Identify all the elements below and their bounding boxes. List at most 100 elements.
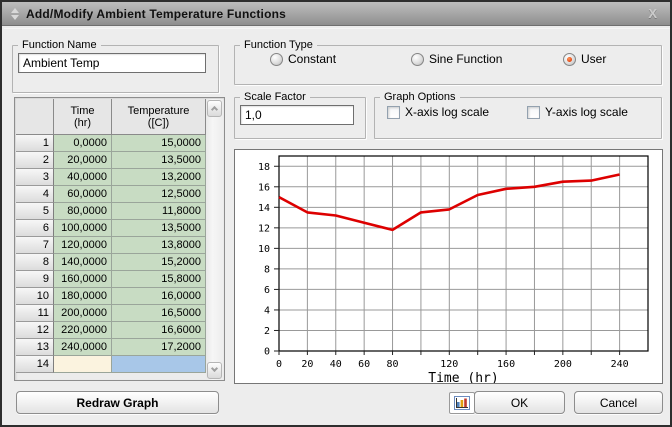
- temperature-cell[interactable]: 15,8000: [112, 271, 206, 288]
- graph-icon-button[interactable]: [449, 392, 475, 414]
- table-header-row: Time (hr) Temperature ([C]): [16, 99, 206, 135]
- row-number-cell[interactable]: 12: [16, 322, 54, 339]
- scale-factor-input[interactable]: [240, 105, 354, 125]
- time-cell[interactable]: 140,0000: [54, 254, 112, 271]
- window-icon: [10, 7, 19, 20]
- row-number-cell[interactable]: 2: [16, 152, 54, 169]
- x-axis-log-checkbox[interactable]: [387, 105, 400, 119]
- time-cell[interactable]: 20,0000: [54, 152, 112, 169]
- table-row: 11 200,0000 16,5000: [16, 305, 206, 322]
- temperature-cell[interactable]: 11,8000: [112, 203, 206, 220]
- radio-constant-label: Constant: [288, 52, 337, 66]
- temperature-cell[interactable]: 15,0000: [112, 135, 206, 152]
- y-axis-log-checkbox-item[interactable]: Y-axis log scale: [527, 105, 628, 119]
- y-axis-log-label: Y-axis log scale: [545, 105, 628, 119]
- temperature-cell[interactable]: 13,5000: [112, 152, 206, 169]
- time-cell[interactable]: [54, 356, 112, 373]
- time-cell[interactable]: 120,0000: [54, 237, 112, 254]
- svg-text:160: 160: [497, 359, 515, 370]
- redraw-graph-button[interactable]: Redraw Graph: [16, 391, 219, 414]
- row-number-cell[interactable]: 8: [16, 254, 54, 271]
- table-row: 8 140,0000 15,2000: [16, 254, 206, 271]
- scroll-down-icon[interactable]: [207, 362, 222, 379]
- header-corner-cell: [16, 99, 54, 135]
- table-row: 14: [16, 356, 206, 373]
- time-cell[interactable]: 220,0000: [54, 322, 112, 339]
- time-cell[interactable]: 80,0000: [54, 203, 112, 220]
- radio-user-icon[interactable]: [563, 52, 576, 66]
- function-type-group: Function Type Constant Sine Function Use…: [234, 39, 662, 85]
- radio-sine-function-label: Sine Function: [429, 52, 503, 66]
- table-row: 1 0,0000 15,0000: [16, 135, 206, 152]
- table-row: 3 40,0000 13,2000: [16, 169, 206, 186]
- radio-constant-icon[interactable]: [270, 52, 283, 66]
- temperature-cell[interactable]: 16,5000: [112, 305, 206, 322]
- scale-factor-group-label: Scale Factor: [244, 91, 306, 103]
- bar-chart-icon: [454, 396, 470, 410]
- table-row: 4 60,0000 12,5000: [16, 186, 206, 203]
- x-axis-log-checkbox-item[interactable]: X-axis log scale: [387, 105, 489, 119]
- svg-text:80: 80: [387, 359, 399, 370]
- temperature-cell[interactable]: 13,8000: [112, 237, 206, 254]
- time-cell[interactable]: 200,0000: [54, 305, 112, 322]
- row-number-cell[interactable]: 13: [16, 339, 54, 356]
- row-number-cell[interactable]: 3: [16, 169, 54, 186]
- svg-text:200: 200: [554, 359, 572, 370]
- row-number-cell[interactable]: 14: [16, 356, 54, 373]
- svg-text:12: 12: [258, 223, 270, 234]
- time-cell[interactable]: 240,0000: [54, 339, 112, 356]
- svg-text:10: 10: [258, 244, 270, 255]
- row-number-cell[interactable]: 9: [16, 271, 54, 288]
- row-number-cell[interactable]: 11: [16, 305, 54, 322]
- time-cell[interactable]: 100,0000: [54, 220, 112, 237]
- time-cell[interactable]: 160,0000: [54, 271, 112, 288]
- temperature-cell[interactable]: 16,0000: [112, 288, 206, 305]
- svg-text:6: 6: [264, 285, 270, 296]
- ok-button[interactable]: OK: [474, 391, 565, 414]
- scroll-up-icon[interactable]: [207, 100, 222, 117]
- time-cell[interactable]: 60,0000: [54, 186, 112, 203]
- data-table: Time (hr) Temperature ([C]) 1 0,0000 15,00…: [14, 97, 225, 381]
- temperature-cell[interactable]: 12,5000: [112, 186, 206, 203]
- svg-text:4: 4: [264, 305, 270, 316]
- table-scrollbar[interactable]: [206, 99, 223, 380]
- svg-text:16: 16: [258, 182, 270, 193]
- radio-constant[interactable]: Constant: [270, 52, 336, 66]
- svg-text:0: 0: [264, 347, 270, 358]
- radio-sine-function-icon[interactable]: [411, 52, 424, 66]
- row-number-cell[interactable]: 6: [16, 220, 54, 237]
- table-row: 9 160,0000 15,8000: [16, 271, 206, 288]
- row-number-cell[interactable]: 7: [16, 237, 54, 254]
- time-cell[interactable]: 180,0000: [54, 288, 112, 305]
- temperature-cell[interactable]: 16,6000: [112, 322, 206, 339]
- row-number-cell[interactable]: 1: [16, 135, 54, 152]
- svg-text:20: 20: [301, 359, 313, 370]
- dialog-body: Function Name Function Type Constant Sin…: [4, 28, 670, 425]
- scale-factor-group: Scale Factor: [234, 91, 366, 139]
- close-icon[interactable]: X: [648, 6, 657, 21]
- function-name-input[interactable]: [18, 53, 206, 73]
- row-number-cell[interactable]: 5: [16, 203, 54, 220]
- radio-user-label: User: [581, 52, 607, 66]
- cancel-button[interactable]: Cancel: [574, 391, 663, 414]
- temperature-cell[interactable]: [112, 356, 206, 373]
- graph-options-group-label: Graph Options: [384, 91, 456, 103]
- temperature-cell[interactable]: 13,2000: [112, 169, 206, 186]
- function-type-group-label: Function Type: [244, 39, 313, 51]
- svg-text:Time (hr): Time (hr): [428, 371, 498, 383]
- svg-text:60: 60: [358, 359, 370, 370]
- svg-text:18: 18: [258, 162, 270, 173]
- temperature-cell[interactable]: 13,5000: [112, 220, 206, 237]
- row-number-cell[interactable]: 4: [16, 186, 54, 203]
- temperature-cell[interactable]: 15,2000: [112, 254, 206, 271]
- radio-user[interactable]: User: [563, 52, 606, 66]
- title-bar[interactable]: Add/Modify Ambient Temperature Functions…: [2, 2, 670, 26]
- time-cell[interactable]: 0,0000: [54, 135, 112, 152]
- radio-sine-function[interactable]: Sine Function: [411, 52, 502, 66]
- y-axis-log-checkbox[interactable]: [527, 105, 540, 119]
- time-cell[interactable]: 40,0000: [54, 169, 112, 186]
- row-number-cell[interactable]: 10: [16, 288, 54, 305]
- chart-svg: 0 20 40 60 80 120 160 200 240 0 2 4 6 8 10 12 14 16 18 Time…: [258, 155, 649, 383]
- svg-text:240: 240: [611, 359, 629, 370]
- temperature-cell[interactable]: 17,2000: [112, 339, 206, 356]
